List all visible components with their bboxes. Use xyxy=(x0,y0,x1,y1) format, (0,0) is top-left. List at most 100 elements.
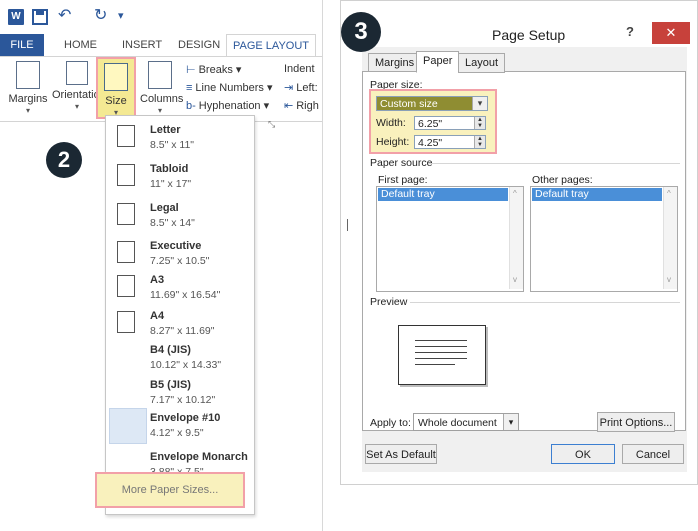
divider xyxy=(410,302,680,303)
tab-insert[interactable]: INSERT xyxy=(122,34,162,56)
tab-margins[interactable]: Margins xyxy=(368,53,422,73)
menu-item-letter[interactable]: Letter 8.5" x 11" xyxy=(106,118,254,159)
other-pages-selected-item[interactable]: Default tray xyxy=(532,188,662,201)
text-cursor-mark xyxy=(347,219,348,231)
hyphenation-label: Hyphenation xyxy=(198,100,261,112)
preview-text-line xyxy=(415,364,455,365)
size-button[interactable]: Size ▾ xyxy=(96,57,136,119)
apply-to-label: Apply to: xyxy=(370,417,411,429)
page-thumbnail-icon xyxy=(117,241,135,263)
divider xyxy=(428,163,680,164)
scrollbar[interactable]: ^ v xyxy=(509,187,523,289)
menu-item-name: B4 (JIS) xyxy=(150,344,191,356)
tab-file[interactable]: FILE xyxy=(0,34,44,56)
menu-item-name: Executive xyxy=(150,240,202,252)
page-thumbnail-icon xyxy=(117,164,135,186)
chevron-up-icon[interactable]: ^ xyxy=(667,189,671,198)
first-page-list[interactable]: Default tray ^ v xyxy=(376,186,524,292)
customize-qat-icon[interactable]: ▾ xyxy=(118,9,124,22)
menu-item-envelope-10[interactable]: Envelope #10 4.12" x 9.5" xyxy=(106,406,254,447)
margins-button[interactable]: Margins ▾ xyxy=(4,61,52,115)
chevron-down-icon[interactable]: ▾ xyxy=(472,97,487,110)
menu-item-legal[interactable]: Legal 8.5" x 14" xyxy=(106,196,254,237)
page-thumbnail-icon xyxy=(117,125,135,147)
paper-size-select[interactable]: Custom size ▾ xyxy=(376,96,488,111)
paper-size-menu: Letter 8.5" x 11" Tabloid 11" x 17" Lega… xyxy=(105,115,255,515)
indent-right-icon: ⇤ xyxy=(284,100,294,112)
dialog-title: Page Setup xyxy=(492,27,566,43)
columns-button[interactable]: Columns ▾ xyxy=(140,61,183,115)
save-icon[interactable] xyxy=(32,9,48,25)
spinner-arrows-icon[interactable]: ▲ ▼ xyxy=(474,117,485,129)
close-button[interactable]: ✕ xyxy=(652,22,690,44)
hyphenation-button[interactable]: b‑ Hyphenation ▾ xyxy=(186,99,269,112)
menu-item-name: A3 xyxy=(150,274,165,286)
step-badge-2: 2 xyxy=(46,142,82,178)
indent-left-field[interactable]: ⇥ Left: xyxy=(284,81,318,94)
page-setup-ribbon-group: Margins ▾ Orientation ▾ Size ▾ Columns ▾… xyxy=(0,56,322,129)
width-label: Width: xyxy=(376,117,406,129)
menu-item-name: Envelope #10 xyxy=(150,412,221,424)
indent-right-field[interactable]: ⇤ Righ xyxy=(284,99,319,112)
menu-item-dimensions: 8.5" x 11" xyxy=(150,139,195,151)
indent-left-icon: ⇥ xyxy=(284,82,294,94)
menu-item-dimensions: 10.12" x 14.33" xyxy=(150,359,222,371)
scrollbar[interactable]: ^ v xyxy=(663,187,677,289)
chevron-down-icon[interactable]: v xyxy=(667,275,671,284)
redo-icon[interactable]: ↻ xyxy=(94,5,107,25)
first-page-label: First page: xyxy=(378,174,428,186)
height-input[interactable]: 4.25" ▲ ▼ xyxy=(414,135,486,149)
breaks-label: Breaks xyxy=(198,64,233,76)
quick-access-toolbar: W ↶ ↻ ▾ xyxy=(0,0,322,34)
size-label: Size xyxy=(105,95,127,107)
ok-button[interactable]: OK xyxy=(551,444,615,464)
menu-item-name: A4 xyxy=(150,310,165,322)
first-page-selected-item[interactable]: Default tray xyxy=(378,188,508,201)
print-options-button[interactable]: Print Options... xyxy=(597,412,675,432)
indent-label: Indent xyxy=(284,63,315,75)
dialog-launcher-icon[interactable]: ⤡ xyxy=(268,119,275,130)
tab-home[interactable]: HOME xyxy=(64,34,97,56)
more-paper-sizes-button[interactable]: More Paper Sizes... xyxy=(95,472,245,508)
page-thumbnail-icon xyxy=(117,275,135,297)
height-label: Height: xyxy=(376,136,410,148)
other-pages-list[interactable]: Default tray ^ v xyxy=(530,186,678,292)
cancel-button[interactable]: Cancel xyxy=(622,444,684,464)
spinner-arrows-icon[interactable]: ▲ ▼ xyxy=(474,136,485,148)
margins-label: Margins xyxy=(8,93,48,105)
size-icon xyxy=(104,63,128,91)
line-numbers-icon: ≡ xyxy=(186,82,193,94)
chevron-down-icon[interactable]: v xyxy=(513,275,517,284)
menu-item-tabloid[interactable]: Tabloid 11" x 17" xyxy=(106,157,254,198)
word-icon[interactable]: W xyxy=(8,9,24,25)
apply-to-select[interactable]: Whole document ▾ xyxy=(413,413,519,431)
selected-size-highlight xyxy=(109,408,147,444)
step-badge-3: 3 xyxy=(341,12,381,52)
chevron-down-icon: ▾ xyxy=(157,106,162,115)
menu-item-a3[interactable]: A3 11.69" x 16.54" xyxy=(106,268,254,309)
set-as-default-button[interactable]: Set As Default xyxy=(365,444,437,464)
menu-item-dimensions: 11.69" x 16.54" xyxy=(150,289,221,301)
help-button[interactable]: ? xyxy=(626,24,634,39)
paper-size-value: Custom size xyxy=(380,98,438,110)
menu-item-name: Legal xyxy=(150,202,179,214)
menu-item-dimensions: 8.27" x 11.69" xyxy=(150,325,215,337)
page-thumbnail-icon xyxy=(117,203,135,225)
line-numbers-button[interactable]: ≡ Line Numbers ▾ xyxy=(186,81,272,94)
undo-icon[interactable]: ↶ xyxy=(58,5,71,25)
page-thumbnail-icon xyxy=(117,311,135,333)
chevron-down-icon: ▾ xyxy=(25,106,30,115)
chevron-down-icon[interactable]: ▾ xyxy=(503,414,518,430)
chevron-up-icon[interactable]: ^ xyxy=(513,189,517,198)
tab-page-layout[interactable]: PAGE LAYOUT xyxy=(226,34,317,57)
orientation-button[interactable]: Orientation ▾ xyxy=(52,61,106,111)
breaks-button[interactable]: ⊢ Breaks ▾ xyxy=(186,63,241,76)
tab-layout[interactable]: Layout xyxy=(458,53,506,73)
menu-item-dimensions: 11" x 17" xyxy=(150,178,192,190)
width-input[interactable]: 6.25" ▲ ▼ xyxy=(414,116,486,130)
indent-right-label: Righ xyxy=(296,100,319,112)
preview-text-line xyxy=(415,352,467,353)
tab-paper[interactable]: Paper xyxy=(416,51,460,73)
menu-item-name: Envelope Monarch xyxy=(150,451,248,463)
tab-design[interactable]: DESIGN xyxy=(178,34,220,56)
